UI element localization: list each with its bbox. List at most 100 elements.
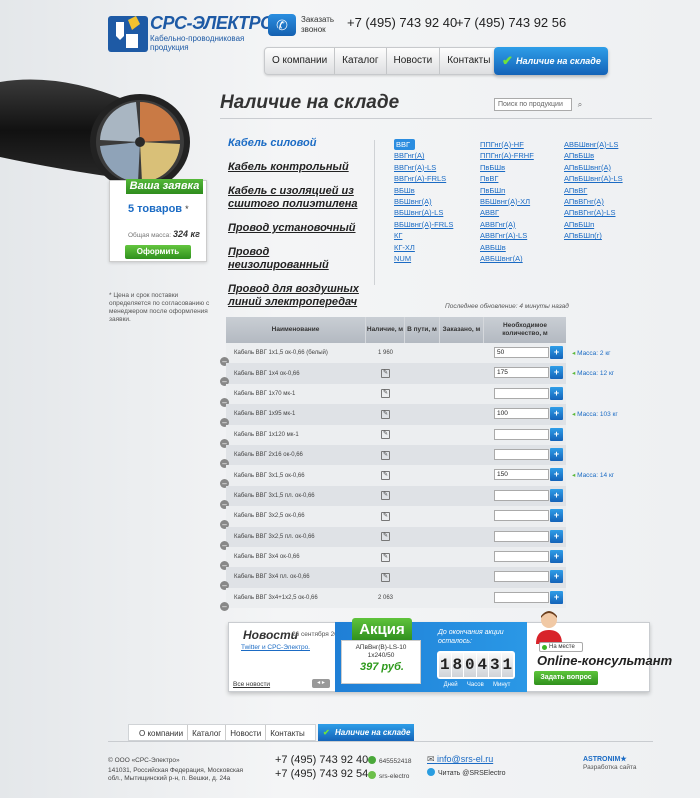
checkout-button[interactable]: Оформить bbox=[125, 245, 191, 259]
category-install-wire[interactable]: Провод установочный bbox=[228, 222, 368, 235]
brand-link[interactable]: АПвВГ bbox=[564, 185, 644, 196]
category-overhead-wire[interactable]: Провод для воздушных линий электропереда… bbox=[228, 283, 368, 309]
brand-link[interactable]: АПвВГнг(А)-LS bbox=[564, 207, 644, 218]
category-bare-wire[interactable]: Провод неизолированный bbox=[228, 246, 368, 272]
add-to-order-button[interactable]: + bbox=[550, 570, 563, 584]
brand-link[interactable]: ВБШвнг(А)-FRLS bbox=[394, 219, 474, 230]
logo-icon[interactable] bbox=[108, 10, 148, 54]
brand-link[interactable]: ПвВГ bbox=[480, 173, 560, 184]
brand-link[interactable]: КГ bbox=[394, 230, 474, 241]
product-name[interactable]: Кабель ВВГ 2х16 ок-0,66 bbox=[226, 452, 366, 458]
quantity-input[interactable] bbox=[494, 448, 549, 460]
ask-question-button[interactable]: Задать вопрос bbox=[534, 671, 598, 685]
nav-news[interactable]: Новости bbox=[387, 48, 441, 74]
brand-link[interactable]: АВБШв bbox=[480, 242, 560, 253]
edit-icon[interactable]: ✎ bbox=[381, 409, 390, 419]
action-product[interactable]: АПвВнг(В)-LS-10 1х240/50 bbox=[345, 644, 417, 660]
product-name[interactable]: Кабель ВВГ 3х4 пл. ок-0,66 bbox=[226, 574, 366, 580]
edit-icon[interactable]: ✎ bbox=[381, 450, 390, 460]
product-name[interactable]: Кабель ВВГ 1х70 мк-1 bbox=[226, 391, 366, 397]
footer-stock-button[interactable]: ✔ Наличие на складе bbox=[318, 724, 414, 741]
nav-catalog[interactable]: Каталог bbox=[335, 48, 387, 74]
edit-icon[interactable]: ✎ bbox=[381, 491, 390, 501]
brand-link[interactable]: АПвБШвнг(А) bbox=[564, 162, 644, 173]
brand-link[interactable]: АВБШвнг(А) bbox=[480, 253, 560, 264]
add-to-order-button[interactable]: + bbox=[550, 488, 563, 502]
brand-link[interactable]: АПвБШп bbox=[564, 219, 644, 230]
edit-icon[interactable]: ✎ bbox=[381, 369, 390, 379]
footer-nav-about[interactable]: О компании bbox=[135, 725, 189, 740]
product-name[interactable]: Кабель ВВГ 3х4 ок-0,66 bbox=[226, 554, 366, 560]
product-name[interactable]: Кабель ВВГ 3х1,5 ок-0,66 bbox=[226, 473, 366, 479]
add-to-order-button[interactable]: + bbox=[550, 386, 563, 400]
product-name[interactable]: Кабель ВВГ 1х120 мк-1 bbox=[226, 432, 366, 438]
brand-link[interactable]: ВВГнг(А)-LS bbox=[394, 162, 474, 173]
developer-logo[interactable]: ASTRONIM★ bbox=[583, 755, 627, 763]
add-to-order-button[interactable]: + bbox=[550, 407, 563, 421]
logo-title[interactable]: СРС-ЭЛЕКТРО bbox=[150, 13, 274, 34]
brand-link[interactable]: ВБШвнг(А) bbox=[394, 196, 474, 207]
brand-link[interactable]: АПвВГнг(А) bbox=[564, 196, 644, 207]
footer-nav-catalog[interactable]: Каталог bbox=[188, 725, 227, 740]
edit-icon[interactable]: ✎ bbox=[381, 471, 390, 481]
brand-link[interactable]: АПвБШвнг(А)-LS bbox=[564, 173, 644, 184]
product-name[interactable]: Кабель ВВГ 3х4+1х2,5 ок-0,66 bbox=[226, 595, 366, 601]
search-icon[interactable]: ⌕ bbox=[575, 98, 585, 111]
all-news-link[interactable]: Все новости bbox=[233, 681, 270, 688]
icq-contact[interactable]: srs-electro bbox=[368, 771, 409, 780]
brand-link[interactable]: ВВГ bbox=[394, 139, 415, 151]
edit-icon[interactable]: ✎ bbox=[381, 511, 390, 521]
email-link[interactable]: ✉ info@srs-el.ru bbox=[427, 754, 493, 765]
brand-link[interactable]: ПвБШв bbox=[480, 162, 560, 173]
product-name[interactable]: Кабель ВВГ 1х95 мк-1 bbox=[226, 411, 366, 417]
edit-icon[interactable]: ✎ bbox=[381, 389, 390, 399]
product-name[interactable]: Кабель ВВГ 1х4 ок-0,66 bbox=[226, 371, 366, 377]
edit-icon[interactable]: ✎ bbox=[381, 572, 390, 582]
product-name[interactable]: Кабель ВВГ 1х1,5 ок-0,66 (белый) bbox=[226, 350, 366, 356]
brand-link[interactable]: АПвБШв bbox=[564, 150, 644, 161]
phone-icon[interactable]: ✆ bbox=[268, 14, 296, 36]
quantity-input[interactable] bbox=[494, 571, 549, 583]
add-to-order-button[interactable]: + bbox=[550, 427, 563, 441]
twitter-link[interactable]: Читать @SRSElectro bbox=[427, 768, 506, 777]
quantity-input[interactable] bbox=[494, 489, 549, 501]
category-xlpe-cable[interactable]: Кабель с изоляцией из сшитого полиэтилен… bbox=[228, 185, 368, 211]
quantity-input[interactable] bbox=[494, 510, 549, 522]
edit-icon[interactable]: ✎ bbox=[381, 552, 390, 562]
brand-link[interactable]: ВБШв bbox=[394, 185, 474, 196]
add-to-order-button[interactable]: + bbox=[550, 468, 563, 482]
quantity-input[interactable] bbox=[494, 530, 549, 542]
add-to-order-button[interactable]: + bbox=[550, 549, 563, 563]
add-to-order-button[interactable]: + bbox=[550, 346, 563, 359]
search-input[interactable]: Поиск по продукции bbox=[494, 98, 572, 111]
brand-link[interactable]: ВВГнг(А)-FRLS bbox=[394, 173, 474, 184]
quantity-input[interactable] bbox=[494, 550, 549, 562]
brand-link[interactable]: ВВГнг(А) bbox=[394, 150, 474, 161]
news-pager-arrows[interactable]: ◂ ▸ bbox=[312, 679, 330, 688]
footer-nav-contacts[interactable]: Контакты bbox=[266, 725, 309, 740]
category-power-cable[interactable]: Кабель силовой bbox=[228, 137, 368, 150]
product-name[interactable]: Кабель ВВГ 3х2,5 пл. ок-0,66 bbox=[226, 534, 366, 540]
stock-button[interactable]: ✔ Наличие на складе bbox=[494, 47, 608, 75]
edit-icon[interactable]: ✎ bbox=[381, 430, 390, 440]
quantity-input[interactable]: 100 bbox=[494, 408, 549, 420]
quantity-input[interactable]: 175 bbox=[494, 367, 549, 379]
brand-link[interactable]: АПвБШп(г) bbox=[564, 230, 644, 241]
brand-link[interactable]: АВВГнг(А) bbox=[480, 219, 560, 230]
add-to-order-button[interactable]: + bbox=[550, 366, 563, 380]
brand-link[interactable]: АВВГ bbox=[480, 207, 560, 218]
skype-contact[interactable]: 645552418 bbox=[368, 756, 412, 765]
brand-link[interactable]: ВБШвнг(А)-LS bbox=[394, 207, 474, 218]
brand-link[interactable]: КГ-ХЛ bbox=[394, 242, 474, 253]
brand-link[interactable]: ВБШвнг(А)-ХЛ bbox=[480, 196, 560, 207]
callback-link[interactable]: Заказать звонок bbox=[301, 15, 341, 35]
brand-link[interactable]: АВВГнг(А)-LS bbox=[480, 230, 560, 241]
quantity-input[interactable]: 150 bbox=[494, 469, 549, 481]
quantity-input[interactable]: 50 bbox=[494, 347, 549, 358]
quantity-input[interactable] bbox=[494, 428, 549, 440]
brand-link[interactable]: ППГнг(А)-HF bbox=[480, 139, 560, 150]
brand-link[interactable]: ППГнг(А)-FRHF bbox=[480, 150, 560, 161]
add-to-order-button[interactable]: + bbox=[550, 509, 563, 523]
nav-contacts[interactable]: Контакты bbox=[440, 48, 497, 74]
add-to-order-button[interactable]: + bbox=[550, 590, 563, 604]
